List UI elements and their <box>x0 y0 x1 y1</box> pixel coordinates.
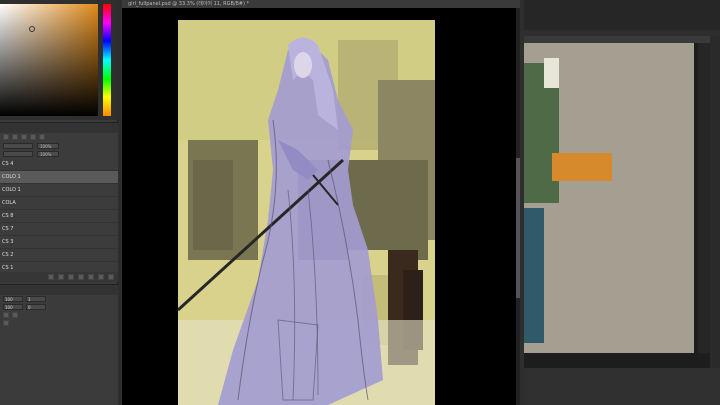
tool-row: 100 1 <box>0 295 118 303</box>
tool-options-panel: 100 1 100 0 <box>0 284 118 405</box>
vertical-scrollbar[interactable] <box>516 8 520 405</box>
fill-row: 100% <box>0 150 118 158</box>
brush-lock-icon[interactable] <box>12 134 18 140</box>
move-lock-icon[interactable] <box>21 134 27 140</box>
folder-icon[interactable] <box>88 274 94 280</box>
layers-panel: 100% 100% CS 4 COLO 1 COLO 1 COLA CS 8 C… <box>0 122 118 282</box>
layer-item[interactable]: CS 8 <box>0 210 118 223</box>
right-edge <box>710 36 720 368</box>
background-block <box>193 160 233 250</box>
saturation-value-square[interactable] <box>0 4 98 116</box>
layer-item-selected[interactable]: COLO 1 <box>0 171 118 184</box>
top-right-empty <box>524 0 720 30</box>
reference-artwork <box>524 43 694 353</box>
checkbox[interactable] <box>12 312 18 318</box>
layer-item[interactable]: CS 7 <box>0 223 118 236</box>
layer-actions <box>0 272 118 282</box>
tool-field[interactable]: 1 <box>26 296 46 302</box>
layer-toolbar <box>0 133 118 142</box>
new-layer-icon[interactable] <box>98 274 104 280</box>
lock-icon[interactable] <box>3 134 9 140</box>
tool-field[interactable]: 0 <box>26 304 46 310</box>
tool-options-header <box>0 285 118 295</box>
layer-item[interactable]: CS 2 <box>0 249 118 262</box>
tool-row <box>0 319 118 327</box>
mask-icon[interactable] <box>68 274 74 280</box>
reference-titlebar[interactable] <box>524 36 710 43</box>
tool-row <box>0 311 118 319</box>
hue-slider[interactable] <box>103 4 111 116</box>
layer-item[interactable]: CS 3 <box>0 236 118 249</box>
adjustment-icon[interactable] <box>78 274 84 280</box>
painting-artwork <box>178 20 435 405</box>
opacity-field[interactable]: 100% <box>37 143 59 149</box>
photoshop-workspace: 100% 100% CS 4 COLO 1 COLO 1 COLA CS 8 C… <box>0 0 720 405</box>
scrollbar-thumb[interactable] <box>516 158 520 298</box>
tool-row: 100 0 <box>0 303 118 311</box>
fill-field[interactable]: 100% <box>37 151 59 157</box>
artboard-icon[interactable] <box>30 134 36 140</box>
color-swatch-orange <box>552 153 612 181</box>
link-icon[interactable] <box>48 274 54 280</box>
figure-face <box>294 52 312 78</box>
lock-options[interactable] <box>3 151 33 157</box>
reference-canvas[interactable] <box>524 43 694 353</box>
reference-window <box>524 36 710 368</box>
layer-item[interactable]: COLO 1 <box>0 184 118 197</box>
color-swatch-white <box>544 58 559 88</box>
layer-item[interactable]: CS 4 <box>0 158 118 171</box>
blend-mode-select[interactable] <box>3 143 33 149</box>
color-swatch-teal <box>524 208 544 343</box>
lock-all-icon[interactable] <box>39 134 45 140</box>
painting-canvas[interactable] <box>178 20 435 405</box>
document-window: girl_fullpanel.psd @ 33.3% (레이어 11, RGB/… <box>122 0 520 405</box>
checkbox[interactable] <box>3 320 9 326</box>
reference-scrollbar[interactable] <box>698 43 710 353</box>
checkbox[interactable] <box>3 312 9 318</box>
document-tab[interactable]: girl_fullpanel.psd @ 33.3% (레이어 11, RGB/… <box>122 0 520 8</box>
left-panel: 100% 100% CS 4 COLO 1 COLO 1 COLA CS 8 C… <box>0 0 118 405</box>
bottom-right-empty <box>524 368 720 405</box>
fx-icon[interactable] <box>58 274 64 280</box>
layers-panel-header <box>0 123 118 133</box>
layer-item[interactable]: COLA <box>0 197 118 210</box>
tool-field[interactable]: 100 <box>3 296 23 302</box>
trash-icon[interactable] <box>108 274 114 280</box>
tool-field[interactable]: 100 <box>3 304 23 310</box>
opacity-row: 100% <box>0 142 118 150</box>
color-picker <box>0 0 118 120</box>
color-cursor[interactable] <box>29 26 35 32</box>
